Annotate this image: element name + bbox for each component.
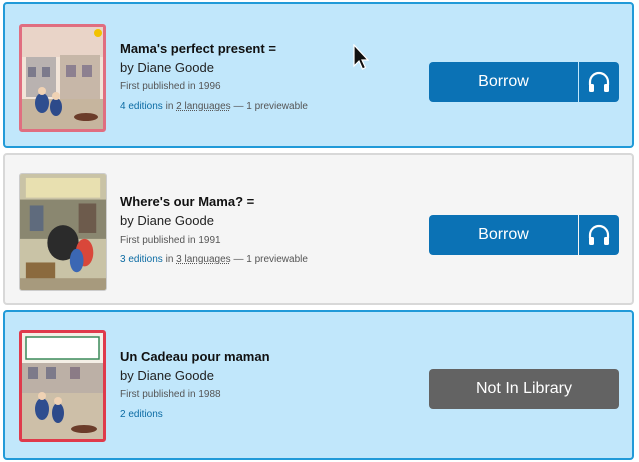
editions-info: 4 editions in 2 languages — 1 previewabl…: [120, 101, 308, 112]
editions-link[interactable]: 4 editions: [120, 101, 163, 112]
book-cover[interactable]: [19, 173, 107, 291]
editions-info: 3 editions in 3 languages — 1 previewabl…: [120, 254, 308, 265]
borrow-button[interactable]: Borrow: [429, 215, 578, 255]
headphones-icon: [588, 71, 610, 92]
editions-in-text: in: [165, 101, 174, 112]
book-cover[interactable]: [19, 330, 106, 442]
previewable-count: — 1 previewable: [233, 101, 308, 112]
languages-count: 3 languages: [176, 254, 231, 265]
borrow-button[interactable]: Borrow: [429, 62, 578, 102]
book-title[interactable]: Mama's perfect present =: [120, 41, 276, 56]
book-title[interactable]: Un Cadeau pour maman: [120, 349, 270, 364]
editions-link[interactable]: 3 editions: [120, 254, 163, 265]
search-result-card: Mama's perfect present = by Diane Goode …: [3, 2, 634, 148]
first-published: First published in 1996: [120, 81, 221, 92]
listen-button[interactable]: [579, 62, 619, 102]
search-result-card: Un Cadeau pour maman by Diane Goode Firs…: [3, 310, 634, 460]
book-author[interactable]: by Diane Goode: [120, 368, 214, 383]
first-published: First published in 1991: [120, 235, 221, 246]
book-author[interactable]: by Diane Goode: [120, 213, 214, 228]
mouse-pointer-icon: [353, 44, 369, 70]
editions-info: 2 editions: [120, 409, 163, 420]
editions-in-text: in: [165, 254, 174, 265]
headphones-icon: [588, 224, 610, 245]
book-cover[interactable]: [19, 24, 106, 132]
previewable-count: — 1 previewable: [233, 254, 308, 265]
editions-link[interactable]: 2 editions: [120, 409, 163, 420]
listen-button[interactable]: [579, 215, 619, 255]
book-title[interactable]: Where's our Mama? =: [120, 194, 254, 209]
search-result-card: Where's our Mama? = by Diane Goode First…: [3, 153, 634, 305]
not-in-library-button[interactable]: Not In Library: [429, 369, 619, 409]
book-author[interactable]: by Diane Goode: [120, 60, 214, 75]
languages-count: 2 languages: [176, 101, 231, 112]
first-published: First published in 1988: [120, 389, 221, 400]
